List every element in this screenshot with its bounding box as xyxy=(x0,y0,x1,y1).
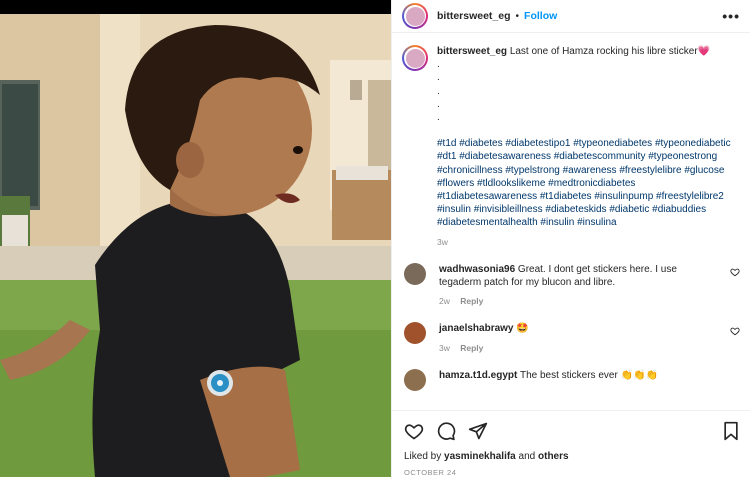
comment-meta: 2w Reply xyxy=(439,295,709,308)
commenter-username[interactable]: janaelshabrawy xyxy=(439,323,513,334)
save-bookmark-icon[interactable] xyxy=(722,421,740,441)
post-side-panel: bittersweet_eg • Follow ••• bittersweet_… xyxy=(391,0,750,477)
caption: bittersweet_eg Last one of Hamza rocking… xyxy=(402,45,740,249)
reply-button[interactable]: Reply xyxy=(460,343,483,353)
caption-body: bittersweet_eg Last one of Hamza rocking… xyxy=(437,45,732,249)
caption-avatar-image xyxy=(405,48,425,68)
caption-text: Last one of Hamza rocking his libre stic… xyxy=(509,46,711,57)
commenter-avatar[interactable] xyxy=(404,368,426,391)
share-icon[interactable] xyxy=(468,421,488,441)
comment: wadhwasonia96 Great. I dont get stickers… xyxy=(402,262,740,309)
caption-hashtags[interactable]: #t1d #diabetes #diabetestipo1 #typeonedi… xyxy=(437,137,732,229)
header-separator: • xyxy=(515,10,520,22)
comment-body: janaelshabrawy 🤩 3w Reply xyxy=(439,322,709,354)
comment: hamza.t1d.egypt The best stickers ever 👏… xyxy=(402,368,740,391)
more-options-icon[interactable]: ••• xyxy=(722,8,740,24)
caption-time: 3w xyxy=(437,236,448,247)
post-photo[interactable] xyxy=(0,0,391,477)
avatar-image xyxy=(405,6,425,26)
comment-like-heart-icon[interactable] xyxy=(730,267,740,277)
comment-text: 🤩 xyxy=(516,323,529,335)
post-actions: Liked by yasminekhalifa and others OCTOB… xyxy=(392,410,750,477)
caption-username[interactable]: bittersweet_eg xyxy=(437,46,507,57)
comment-time: 2w xyxy=(439,296,450,307)
commenter-username[interactable]: hamza.t1d.egypt xyxy=(439,370,517,381)
likes-summary: Liked by yasminekhalifa and others xyxy=(404,451,740,462)
comment-time: 3w xyxy=(439,342,450,353)
post-header: bittersweet_eg • Follow ••• xyxy=(392,0,750,33)
post-photo-illustration xyxy=(0,0,391,477)
reply-button[interactable]: Reply xyxy=(460,296,483,306)
action-icons xyxy=(404,419,740,443)
caption-avatar[interactable] xyxy=(402,45,428,71)
caption-dots: . . . . . xyxy=(437,58,732,124)
likes-connector: and xyxy=(518,451,536,462)
caption-dot: . xyxy=(437,111,440,123)
likes-others[interactable]: others xyxy=(538,451,569,462)
like-heart-icon[interactable] xyxy=(404,421,424,441)
comment-meta: 3w Reply xyxy=(439,342,709,355)
caption-avatar-ring xyxy=(404,47,426,69)
comment-icon[interactable] xyxy=(436,421,456,441)
instagram-post: bittersweet_eg • Follow ••• bittersweet_… xyxy=(0,0,750,477)
avatar-ring xyxy=(404,5,426,27)
comment-text: The best stickers ever 👏👏👏 xyxy=(519,369,658,381)
comment: janaelshabrawy 🤩 3w Reply xyxy=(402,322,740,354)
commenter-username[interactable]: wadhwasonia96 xyxy=(439,264,515,275)
comment-body: hamza.t1d.egypt The best stickers ever 👏… xyxy=(439,369,709,391)
caption-dot: . xyxy=(437,59,440,71)
caption-dot: . xyxy=(437,72,440,84)
follow-button[interactable]: Follow xyxy=(524,10,557,22)
profile-avatar[interactable] xyxy=(402,3,428,29)
header-username[interactable]: bittersweet_eg xyxy=(437,10,511,22)
caption-dot: . xyxy=(437,85,440,97)
caption-dot: . xyxy=(437,98,440,110)
commenter-avatar[interactable] xyxy=(404,262,426,285)
comment-like-heart-icon[interactable] xyxy=(730,326,740,336)
comment-body: wadhwasonia96 Great. I dont get stickers… xyxy=(439,263,709,309)
likes-user[interactable]: yasminekhalifa xyxy=(444,451,516,462)
commenter-avatar[interactable] xyxy=(404,322,426,345)
caption-line: bittersweet_eg Last one of Hamza rocking… xyxy=(437,45,732,58)
post-date: OCTOBER 24 xyxy=(404,468,457,477)
comments-section[interactable]: bittersweet_eg Last one of Hamza rocking… xyxy=(392,33,750,410)
likes-prefix: Liked by xyxy=(404,451,442,462)
